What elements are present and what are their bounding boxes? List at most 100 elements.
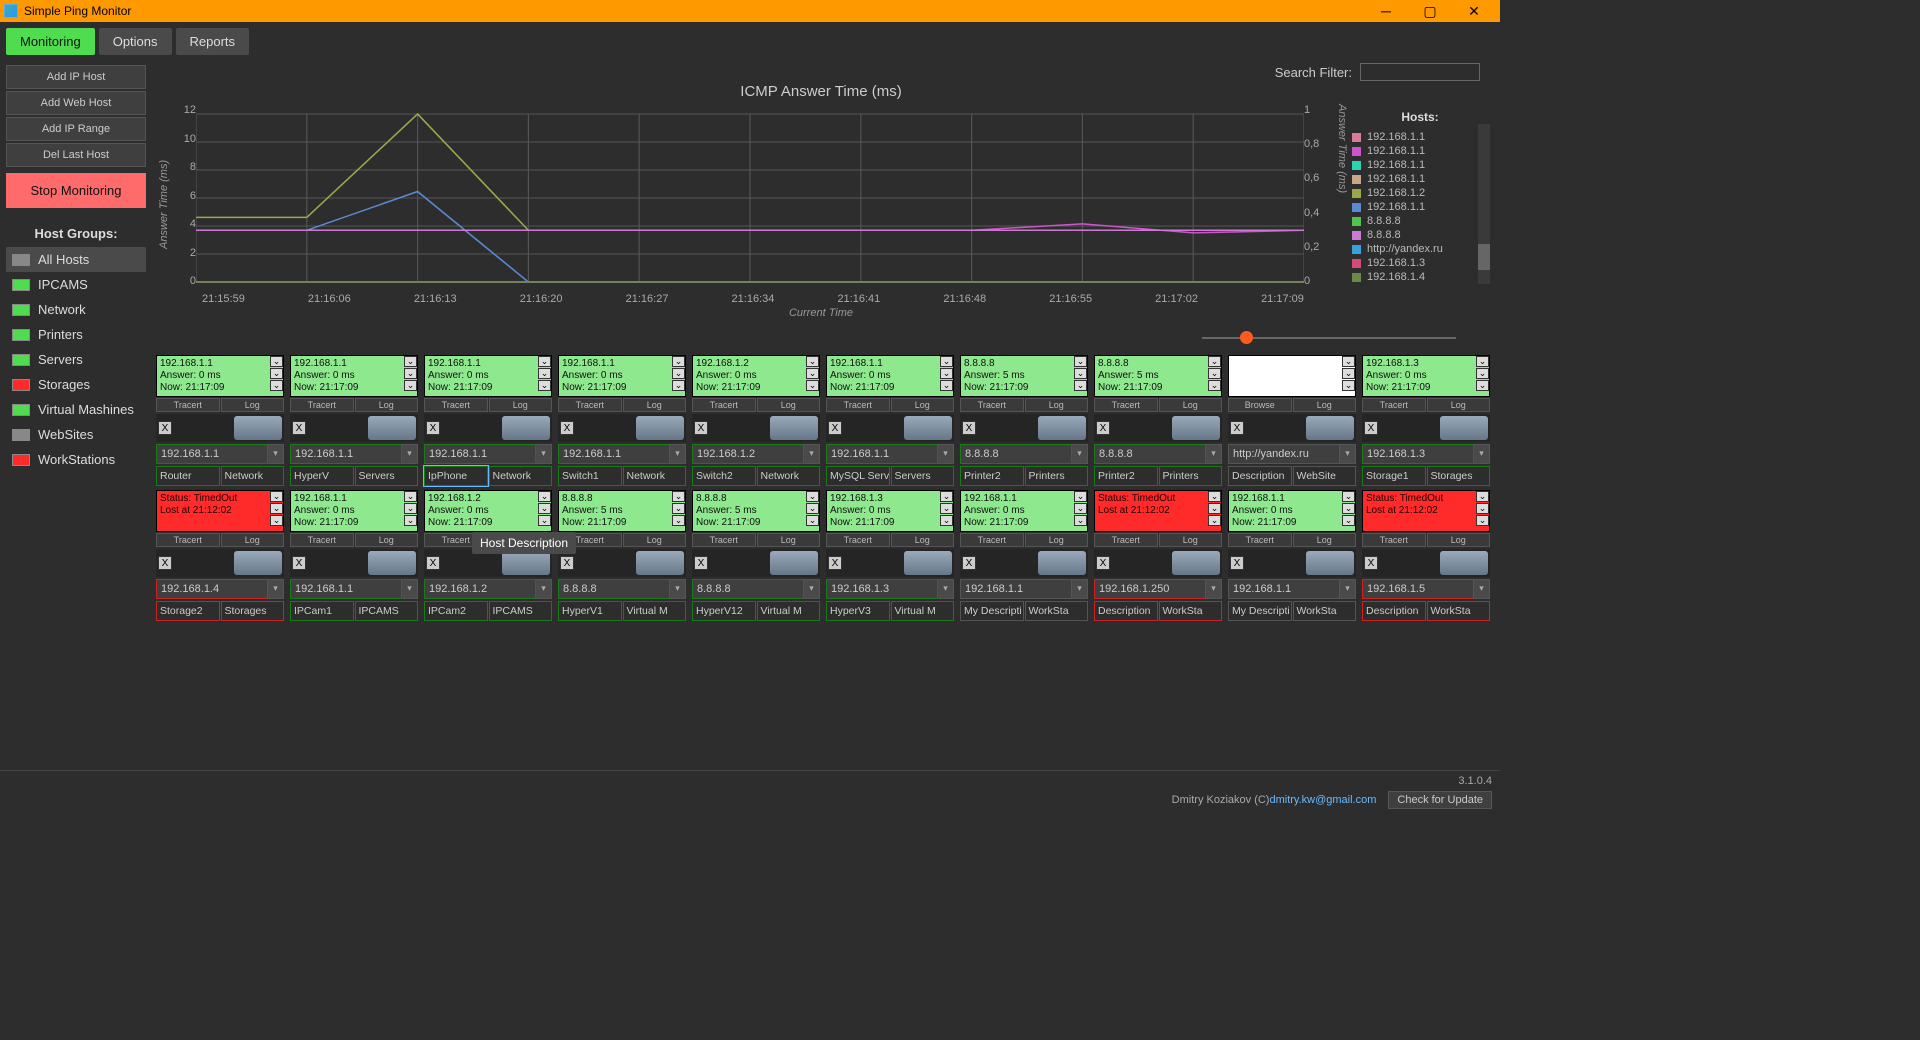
card-menu-icon[interactable]: ⌄	[1342, 491, 1355, 502]
log-button[interactable]: Log	[221, 533, 285, 547]
remove-host-button[interactable]: X	[828, 556, 842, 570]
host-group-field[interactable]: WorkSta	[1159, 601, 1223, 621]
card-menu-icon[interactable]: ⌄	[1208, 491, 1221, 502]
card-menu-icon[interactable]: ⌄	[1342, 356, 1355, 367]
stop-monitoring-button[interactable]: Stop Monitoring	[6, 173, 146, 208]
host-group-field[interactable]: Storages	[221, 601, 285, 621]
host-group-field[interactable]: Virtual M	[757, 601, 821, 621]
card-menu-icon[interactable]: ⌄	[538, 503, 551, 514]
host-ip-select[interactable]: 8.8.8.8	[558, 579, 670, 599]
card-menu-icon[interactable]: ⌄	[1476, 380, 1489, 391]
host-group-field[interactable]: Printers	[1025, 466, 1089, 486]
host-ip-select[interactable]: 192.168.1.5	[1362, 579, 1474, 599]
card-menu-icon[interactable]: ⌄	[806, 356, 819, 367]
legend-item[interactable]: 192.168.1.3	[1352, 256, 1488, 270]
card-menu-icon[interactable]: ⌄	[404, 503, 417, 514]
card-menu-icon[interactable]: ⌄	[672, 380, 685, 391]
dropdown-icon[interactable]: ▾	[938, 444, 954, 464]
host-description-field[interactable]: Storage1	[1362, 466, 1426, 486]
tracert-button[interactable]: Tracert	[290, 533, 354, 547]
card-menu-icon[interactable]: ⌄	[1208, 380, 1221, 391]
timeline-slider[interactable]	[352, 327, 1456, 349]
host-ip-select[interactable]: 8.8.8.8	[692, 579, 804, 599]
tracert-button[interactable]: Tracert	[1362, 533, 1426, 547]
host-group-network[interactable]: Network	[6, 297, 146, 322]
tracert-button[interactable]: Tracert	[960, 398, 1024, 412]
log-button[interactable]: Log	[489, 398, 553, 412]
log-button[interactable]: Log	[1293, 398, 1357, 412]
tab-monitoring[interactable]: Monitoring	[6, 28, 95, 55]
log-button[interactable]: Log	[1427, 533, 1491, 547]
legend-item[interactable]: 8.8.8.8	[1352, 214, 1488, 228]
log-button[interactable]: Log	[355, 533, 419, 547]
host-group-storages[interactable]: Storages	[6, 372, 146, 397]
tracert-button[interactable]: Tracert	[1362, 398, 1426, 412]
remove-host-button[interactable]: X	[560, 556, 574, 570]
host-group-field[interactable]: Network	[757, 466, 821, 486]
log-button[interactable]: Log	[757, 398, 821, 412]
host-group-field[interactable]: Servers	[355, 466, 419, 486]
card-menu-icon[interactable]: ⌄	[806, 515, 819, 526]
host-description-field[interactable]: Storage2	[156, 601, 220, 621]
card-menu-icon[interactable]: ⌄	[940, 380, 953, 391]
card-menu-icon[interactable]: ⌄	[270, 515, 283, 526]
card-menu-icon[interactable]: ⌄	[940, 356, 953, 367]
card-menu-icon[interactable]: ⌄	[404, 380, 417, 391]
host-group-field[interactable]: Network	[221, 466, 285, 486]
card-menu-icon[interactable]: ⌄	[538, 491, 551, 502]
remove-host-button[interactable]: X	[962, 556, 976, 570]
remove-host-button[interactable]: X	[292, 421, 306, 435]
host-group-field[interactable]: IPCAMS	[355, 601, 419, 621]
card-menu-icon[interactable]: ⌄	[1342, 380, 1355, 391]
host-group-field[interactable]: WorkSta	[1427, 601, 1491, 621]
card-menu-icon[interactable]: ⌄	[1476, 491, 1489, 502]
host-description-field[interactable]: Printer2	[1094, 466, 1158, 486]
host-description-field[interactable]: Router	[156, 466, 220, 486]
legend-item[interactable]: 8.8.8.8	[1352, 228, 1488, 242]
host-description-field[interactable]: Description	[1362, 601, 1426, 621]
remove-host-button[interactable]: X	[1230, 556, 1244, 570]
host-ip-select[interactable]: 192.168.1.1	[960, 579, 1072, 599]
host-group-workstations[interactable]: WorkStations	[6, 447, 146, 472]
legend-scrollbar[interactable]	[1478, 124, 1490, 284]
log-button[interactable]: Log	[757, 533, 821, 547]
host-group-field[interactable]: WorkSta	[1025, 601, 1089, 621]
card-menu-icon[interactable]: ⌄	[672, 491, 685, 502]
host-description-field[interactable]: HyperV12	[692, 601, 756, 621]
host-description-field[interactable]: Switch2	[692, 466, 756, 486]
card-menu-icon[interactable]: ⌄	[538, 356, 551, 367]
card-menu-icon[interactable]: ⌄	[806, 380, 819, 391]
search-input[interactable]	[1360, 63, 1480, 81]
dropdown-icon[interactable]: ▾	[1474, 579, 1490, 599]
remove-host-button[interactable]: X	[426, 556, 440, 570]
host-ip-select[interactable]: 192.168.1.3	[1362, 444, 1474, 464]
remove-host-button[interactable]: X	[962, 421, 976, 435]
tracert-button[interactable]: Tracert	[692, 533, 756, 547]
host-description-field[interactable]: My Descripti	[1228, 601, 1292, 621]
card-menu-icon[interactable]: ⌄	[940, 503, 953, 514]
log-button[interactable]: Log	[1159, 533, 1223, 547]
log-button[interactable]: Log	[623, 533, 687, 547]
card-menu-icon[interactable]: ⌄	[270, 368, 283, 379]
host-group-field[interactable]: WorkSta	[1293, 601, 1357, 621]
host-group-field[interactable]: WebSite	[1293, 466, 1357, 486]
card-menu-icon[interactable]: ⌄	[672, 503, 685, 514]
remove-host-button[interactable]: X	[292, 556, 306, 570]
tab-reports[interactable]: Reports	[176, 28, 250, 55]
host-description-field[interactable]: IpPhone	[424, 466, 488, 486]
log-button[interactable]: Log	[1025, 533, 1089, 547]
log-button[interactable]: Log	[221, 398, 285, 412]
host-ip-select[interactable]: 192.168.1.2	[424, 579, 536, 599]
log-button[interactable]: Log	[891, 398, 955, 412]
card-menu-icon[interactable]: ⌄	[1074, 368, 1087, 379]
remove-host-button[interactable]: X	[1096, 556, 1110, 570]
card-menu-icon[interactable]: ⌄	[1074, 491, 1087, 502]
tracert-button[interactable]: Tracert	[826, 398, 890, 412]
card-menu-icon[interactable]: ⌄	[806, 503, 819, 514]
host-ip-select[interactable]: 192.168.1.1	[290, 579, 402, 599]
dropdown-icon[interactable]: ▾	[402, 444, 418, 464]
host-group-printers[interactable]: Printers	[6, 322, 146, 347]
card-menu-icon[interactable]: ⌄	[404, 368, 417, 379]
host-ip-select[interactable]: 192.168.1.3	[826, 579, 938, 599]
dropdown-icon[interactable]: ▾	[268, 444, 284, 464]
